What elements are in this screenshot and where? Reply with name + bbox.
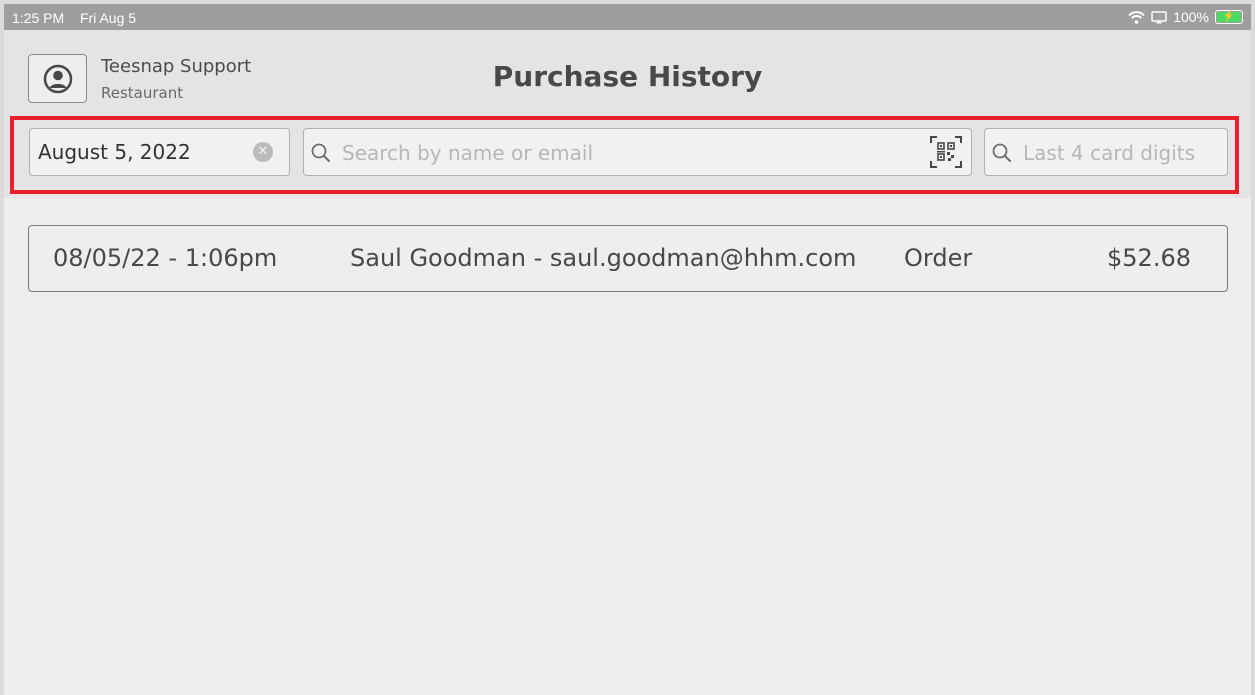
purchase-customer: Saul Goodman - saul.goodman@hhm.com xyxy=(350,244,857,272)
battery-charging-icon: ⚡ xyxy=(1215,10,1243,24)
filter-bar: August 5, 2022 ✕ xyxy=(4,114,1251,198)
purchase-amount: $52.68 xyxy=(1107,244,1191,272)
card-digits-field xyxy=(984,128,1228,176)
status-date: Fri Aug 5 xyxy=(80,10,137,26)
qr-scan-icon[interactable] xyxy=(929,135,963,169)
header: Teesnap Support Restaurant Purchase Hist… xyxy=(4,30,1251,114)
purchase-row[interactable]: 08/05/22 - 1:06pm Saul Goodman - saul.go… xyxy=(28,225,1228,292)
purchase-datetime: 08/05/22 - 1:06pm xyxy=(53,244,278,272)
date-filter-field[interactable]: August 5, 2022 ✕ xyxy=(29,128,290,176)
screen-mirror-icon xyxy=(1151,10,1167,23)
status-right: 100% ⚡ xyxy=(1128,9,1243,25)
search-input[interactable] xyxy=(340,137,924,169)
search-field xyxy=(303,128,972,176)
date-filter-value: August 5, 2022 xyxy=(38,140,191,164)
status-time: 1:25 PM xyxy=(12,10,65,26)
app-window: 1:25 PM Fri Aug 5 100% ⚡ Teesnap Support… xyxy=(4,4,1251,695)
page-title: Purchase History xyxy=(492,60,763,93)
purchase-list: 08/05/22 - 1:06pm Saul Goodman - saul.go… xyxy=(28,225,1228,292)
clear-date-icon[interactable]: ✕ xyxy=(253,142,273,162)
wifi-icon xyxy=(1128,10,1145,24)
battery-percent: 100% xyxy=(1173,9,1209,25)
card-digits-input[interactable] xyxy=(1021,137,1225,169)
search-icon xyxy=(992,143,1011,162)
purchase-type: Order xyxy=(904,244,973,272)
status-bar: 1:25 PM Fri Aug 5 100% ⚡ xyxy=(4,4,1251,30)
search-icon xyxy=(311,143,330,162)
